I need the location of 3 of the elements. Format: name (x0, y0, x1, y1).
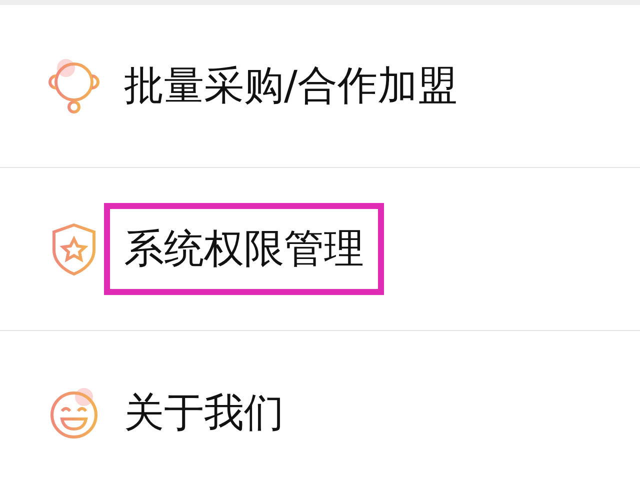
menu-item[interactable]: 关于我们 (104, 366, 304, 458)
menu-item[interactable]: 批量采购/合作加盟 (104, 40, 478, 132)
menu-item[interactable]: 系统权限管理 (104, 203, 384, 295)
